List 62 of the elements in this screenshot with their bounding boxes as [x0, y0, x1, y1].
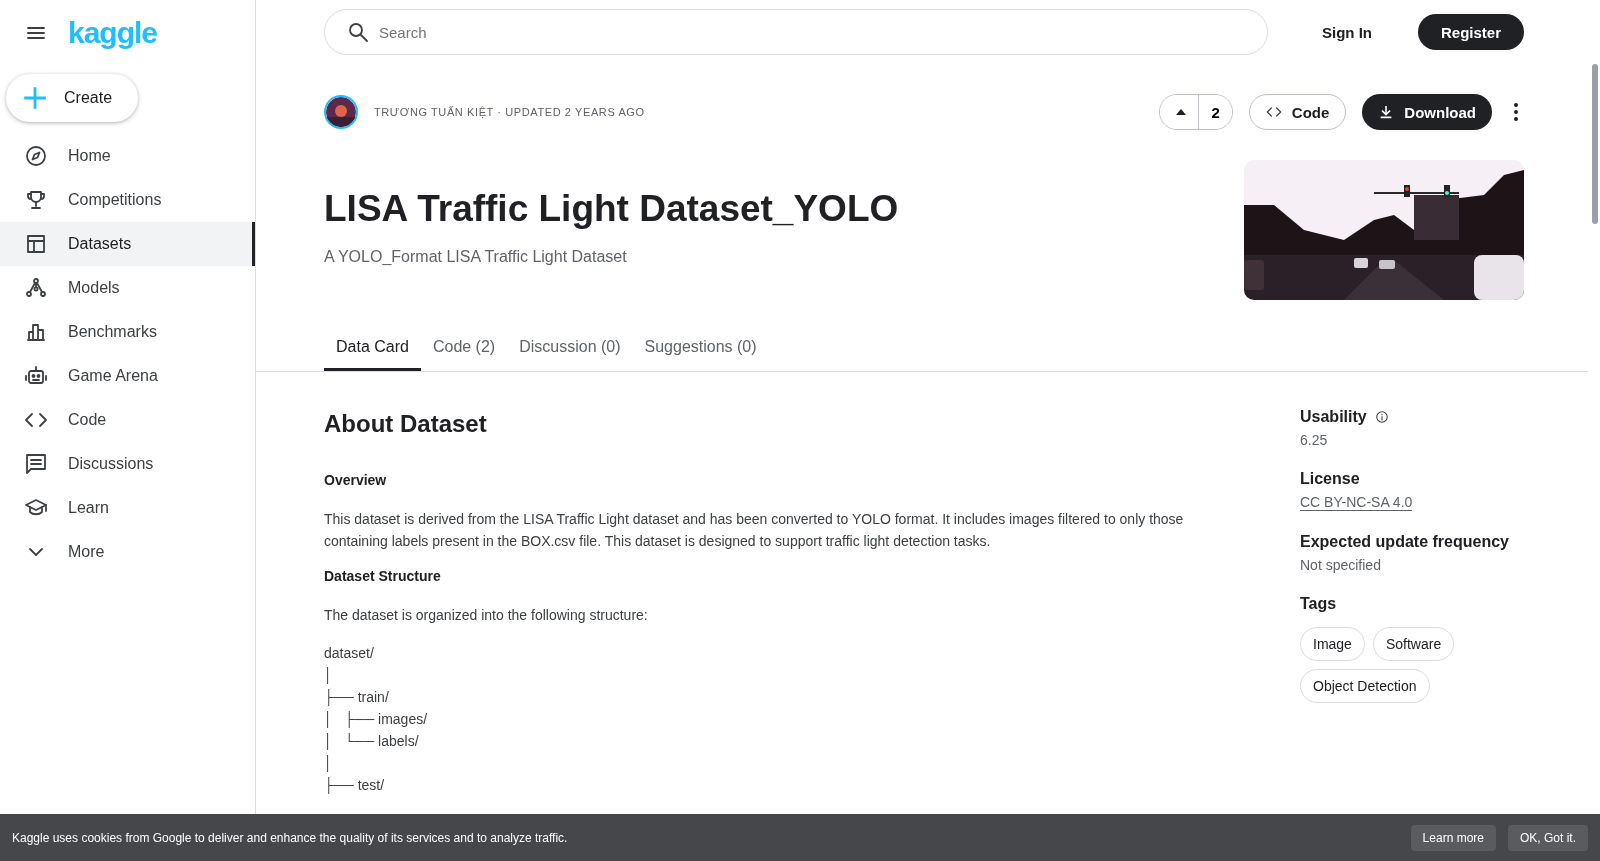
- network-icon: [24, 276, 48, 300]
- code-icon: [1265, 104, 1282, 120]
- table-icon: [24, 232, 48, 256]
- avatar[interactable]: [324, 95, 358, 129]
- search-field[interactable]: Search: [324, 9, 1268, 55]
- learn-more-button[interactable]: Learn more: [1410, 824, 1496, 851]
- ok-button[interactable]: OK, Got it.: [1508, 824, 1588, 851]
- sign-in-button[interactable]: Sign In: [1316, 22, 1378, 42]
- cookie-text: Kaggle uses cookies from Google to deliver and enhance the quality of its services and to analyze traffic.: [12, 830, 569, 845]
- sidebar-item[interactable]: Datasets: [0, 222, 255, 266]
- info-icon: [1374, 410, 1389, 424]
- sidebar-item[interactable]: Code: [0, 398, 255, 442]
- tab[interactable]: Data Card: [324, 328, 421, 371]
- dataset-subtitle: A YOLO_Format LISA Traffic Light Dataset: [324, 248, 628, 266]
- trophy-icon: [24, 188, 48, 212]
- tag-chip[interactable]: Image: [1300, 627, 1365, 661]
- subheading: Overview: [324, 472, 388, 488]
- download-button[interactable]: Download: [1362, 94, 1492, 130]
- tree-line: │ ├── images/: [324, 710, 428, 730]
- tree-line: │: [324, 754, 333, 774]
- upvote-button[interactable]: [1160, 95, 1200, 129]
- license-label: License: [1300, 470, 1361, 488]
- frequency-label: Expected update frequency: [1300, 533, 1510, 551]
- section-heading: About Dataset: [324, 410, 488, 438]
- create-button[interactable]: Create: [6, 74, 139, 122]
- sidebar-item[interactable]: Benchmarks: [0, 310, 255, 354]
- tree-line: ├── test/: [324, 776, 385, 796]
- search-icon: [346, 20, 370, 44]
- triangle-up-icon: [1176, 109, 1187, 115]
- paragraph: This dataset is derived from the LISA Traffic Light dataset and has been converted to YOLO format. It includes images filtered to only those containing labels present in the BOX.csv file. This dataset is designed to support traffic light detection tasks.: [324, 510, 1185, 551]
- tree-line: dataset/: [324, 644, 374, 663]
- sidebar-item[interactable]: More: [0, 530, 255, 574]
- sidebar-item[interactable]: Learn: [0, 486, 255, 530]
- sidebar-item[interactable]: Discussions: [0, 442, 255, 486]
- plus-icon: [22, 85, 48, 111]
- usability-label: Usability: [1300, 408, 1367, 426]
- more-vertical-icon: [1514, 103, 1518, 121]
- sidebar-item[interactable]: Home: [0, 134, 255, 178]
- frequency-value: Not specified: [1300, 557, 1381, 573]
- usability-score: 6.25: [1300, 432, 1328, 448]
- compass-icon: [24, 144, 48, 168]
- paragraph: The dataset is organized into the following structure:: [324, 606, 649, 625]
- tag-chip[interactable]: Object Detection: [1300, 669, 1430, 703]
- tag-chip[interactable]: Software: [1372, 627, 1455, 661]
- chat-icon: [24, 452, 48, 476]
- code-button[interactable]: Code: [1248, 94, 1347, 130]
- tree-line: │: [324, 666, 333, 686]
- subheading: Dataset Structure: [324, 568, 442, 584]
- register-button[interactable]: Register: [1418, 14, 1525, 50]
- sidebar-item[interactable]: Competitions: [0, 178, 255, 222]
- author-meta: TRƯƠNG TUẤN KIỆT · UPDATED 2 YEARS AGO: [374, 106, 645, 118]
- scrollbar-thumb[interactable]: [1592, 64, 1598, 224]
- sidebar-item[interactable]: Models: [0, 266, 255, 310]
- tags-label: Tags: [1300, 595, 1338, 613]
- sidebar-item[interactable]: Game Arena: [0, 354, 255, 398]
- tab[interactable]: Suggestions (0): [632, 328, 769, 371]
- tree-line: ├── train/: [324, 688, 389, 708]
- tab[interactable]: Discussion (0): [507, 328, 633, 371]
- tab[interactable]: Code (2): [420, 328, 508, 371]
- dataset-title: LISA Traffic Light Dataset_YOLO: [324, 188, 900, 230]
- tree-line: │ └── labels/: [324, 732, 419, 752]
- license-link[interactable]: CC BY-NC-SA 4.0: [1300, 494, 1413, 511]
